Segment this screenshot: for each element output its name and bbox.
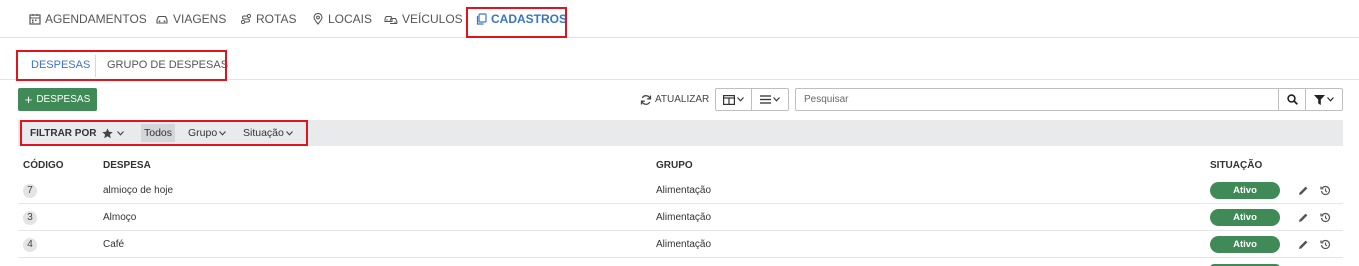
car-icon: [156, 15, 168, 24]
chevron-down-icon: [773, 97, 780, 102]
search-button[interactable]: [1278, 88, 1306, 111]
chevron-down-icon: [1327, 97, 1334, 102]
code-badge: 7: [23, 183, 37, 198]
despesa-cell: Café: [103, 239, 125, 250]
chevron-down-icon: [737, 97, 744, 102]
table-row[interactable]: 4 Café Alimentação Ativo: [18, 231, 1343, 258]
columns-toggle-button[interactable]: [716, 89, 751, 110]
add-despesa-button[interactable]: + DESPESAS: [18, 88, 97, 111]
nav-label: VIAGENS: [173, 12, 227, 26]
nav-label: LOCAIS: [328, 12, 373, 26]
nav-label: AGENDAMENTOS: [45, 12, 147, 26]
code-badge: 3: [23, 210, 37, 225]
filter-dropdown-button[interactable]: [1306, 88, 1343, 111]
despesa-cell: almioço de hoje: [103, 185, 174, 196]
columns-icon: [723, 94, 735, 105]
status-badge: Ativo: [1210, 236, 1280, 253]
table-row[interactable]: 7 almioço de hoje Alimentação Ativo: [18, 177, 1343, 204]
route-icon: [240, 13, 252, 25]
refresh-icon: [640, 94, 652, 105]
table-row[interactable]: 3 Almoço Alimentação Ativo: [18, 204, 1343, 231]
list-options-button[interactable]: [751, 89, 788, 110]
status-badge: Ativo: [1210, 182, 1280, 199]
column-header-despesa[interactable]: DESPESA: [103, 155, 151, 175]
despesa-cell: Almoço: [103, 212, 137, 223]
calendar-icon: [29, 14, 41, 25]
highlight-frame: [16, 50, 227, 81]
nav-label: ROTAS: [256, 12, 297, 26]
nav-item-veiculos[interactable]: VEÍCULOS: [384, 0, 463, 38]
refresh-button[interactable]: ATUALIZAR: [640, 88, 709, 111]
column-header-situacao[interactable]: SITUAÇÃO: [1210, 155, 1262, 175]
nav-item-viagens[interactable]: VIAGENS: [155, 0, 226, 38]
edit-icon[interactable]: [1297, 184, 1309, 196]
nav-item-rotas[interactable]: ROTAS: [240, 0, 296, 38]
top-nav: AGENDAMENTOS VIAGENS ROTAS LOCAIS VEÍCUL…: [0, 0, 1359, 38]
code-badge: 4: [23, 237, 37, 252]
column-header-codigo[interactable]: CÓDIGO: [23, 155, 64, 175]
highlight-frame: [20, 120, 308, 146]
vehicles-icon: [384, 16, 398, 24]
history-icon[interactable]: [1319, 238, 1331, 250]
history-icon[interactable]: [1319, 211, 1331, 223]
nav-item-agendamentos[interactable]: AGENDAMENTOS: [29, 0, 147, 38]
column-header-grupo[interactable]: GRUPO: [656, 155, 693, 175]
view-options-group: [715, 88, 789, 111]
nav-label: VEÍCULOS: [402, 12, 463, 26]
grupo-cell: Alimentação: [656, 239, 712, 250]
edit-icon[interactable]: [1297, 238, 1309, 250]
plus-icon: +: [24, 92, 33, 107]
status-badge: Ativo: [1210, 209, 1280, 226]
edit-icon[interactable]: [1297, 211, 1309, 223]
refresh-label: ATUALIZAR: [655, 94, 710, 105]
history-icon[interactable]: [1319, 184, 1331, 196]
grupo-cell: Alimentação: [656, 212, 712, 223]
search-icon: [1286, 94, 1298, 105]
list-icon: [760, 95, 771, 104]
nav-item-locais[interactable]: LOCAIS: [312, 0, 372, 38]
map-pin-icon: [313, 13, 323, 25]
add-button-label: DESPESAS: [36, 94, 91, 105]
highlight-frame: [466, 7, 567, 38]
filter-icon: [1314, 94, 1325, 105]
grupo-cell: Alimentação: [656, 185, 712, 196]
search-input[interactable]: [795, 88, 1279, 111]
